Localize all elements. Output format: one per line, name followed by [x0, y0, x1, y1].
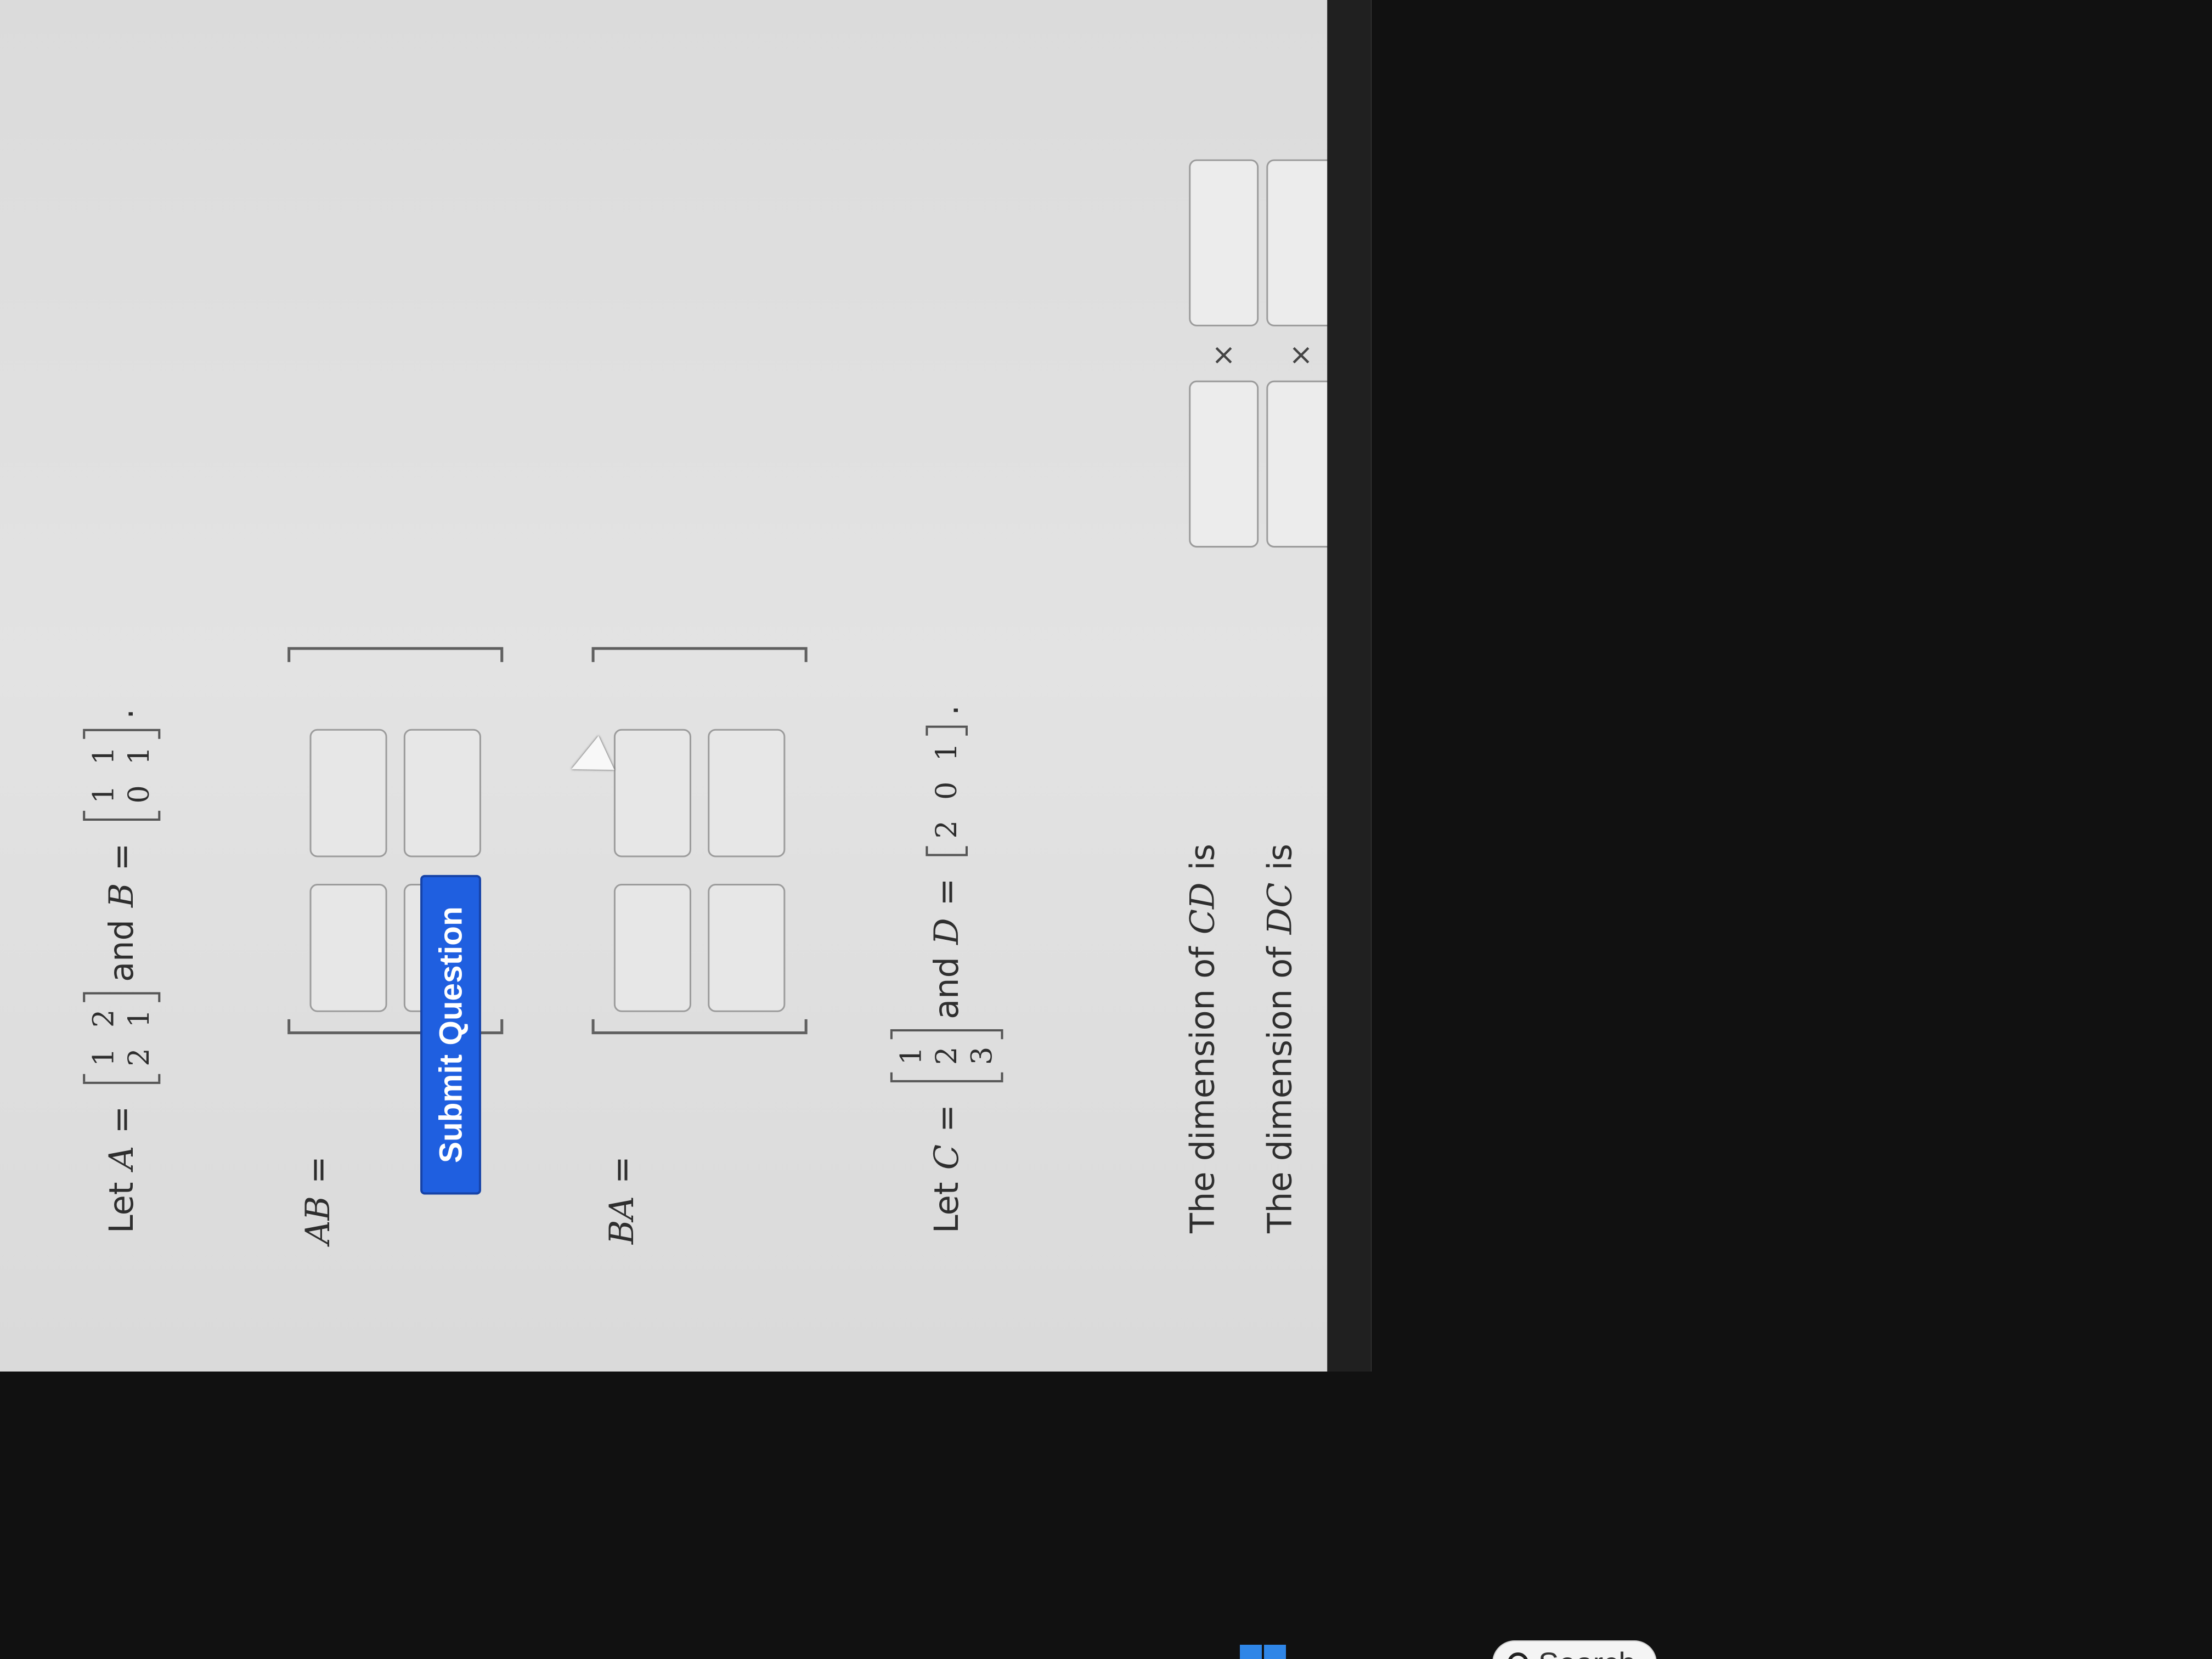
and-label: and	[102, 919, 142, 982]
matrix-a-cell: 1	[87, 1048, 121, 1066]
matrix-b-cell: 1	[87, 746, 121, 765]
question-page: Let A = 1 2 2 1 and B = 1 1 0 1 . AB = B…	[0, 0, 1336, 1372]
dc-columns-input[interactable]	[1266, 159, 1336, 326]
vector-d-entry: 0	[930, 781, 963, 800]
dc-rows-input[interactable]	[1266, 380, 1336, 548]
vector-c-entry: 1	[894, 1046, 928, 1065]
cd-symbol: CD	[1183, 882, 1222, 935]
dimension-cd-question: The dimension of CD is	[1183, 832, 1222, 1233]
ab-label-line: AB =	[298, 1144, 337, 1244]
ab-symbol: AB	[298, 1196, 337, 1245]
dc-symbol: DC	[1261, 882, 1300, 935]
dimension-prefix: The dimension of	[1183, 946, 1222, 1233]
taskbar	[1327, 0, 1372, 1372]
dimension-suffix: is	[1183, 844, 1222, 871]
dimension-suffix: is	[1261, 844, 1300, 871]
photo-stage: Let A = 1 2 2 1 and B = 1 1 0 1 . AB = B…	[0, 0, 2212, 1659]
equals-sign: =	[102, 1105, 142, 1134]
vector-d-entry: 2	[930, 820, 963, 839]
and-label: and	[927, 957, 966, 1019]
c-symbol: C	[927, 1144, 966, 1170]
matrix-b: 1 1 0 1	[83, 729, 161, 821]
windows-logo-tile	[1240, 1645, 1262, 1659]
cd-columns-input[interactable]	[1189, 159, 1259, 326]
matrix-b-cell: 0	[122, 785, 156, 804]
d-symbol: D	[927, 918, 966, 945]
ba-cell-input[interactable]	[613, 729, 691, 857]
search-label: Search	[1538, 1645, 1635, 1659]
ab-cell-input[interactable]	[309, 883, 387, 1012]
matrix-a-cell: 2	[122, 1048, 156, 1066]
equals-sign: =	[927, 1104, 966, 1132]
matrix-b-symbol: B	[102, 883, 142, 907]
ba-cell-input[interactable]	[613, 883, 691, 1012]
dimension-prefix: The dimension of	[1261, 946, 1300, 1233]
equals-sign: =	[298, 1156, 337, 1184]
search-icon	[1508, 1652, 1528, 1659]
vector-c-entry: 3	[965, 1046, 999, 1065]
vector-d: 2 0 1	[926, 725, 968, 856]
period: .	[102, 708, 142, 719]
equals-sign: =	[102, 843, 142, 871]
ab-cell-input[interactable]	[309, 729, 387, 857]
submit-question-button[interactable]: Submit Question	[420, 874, 481, 1195]
matrix-a: 1 2 2 1	[83, 992, 161, 1084]
dimension-dc-question: The dimension of DC is	[1261, 832, 1300, 1233]
ba-cell-input[interactable]	[708, 883, 786, 1012]
vector-c-entry: 2	[930, 1046, 963, 1065]
equals-sign: =	[602, 1156, 642, 1184]
vector-c: 1 2 3	[890, 1029, 1003, 1082]
vector-definition-line: Let C = 1 2 3 and D = 2 0 1 .	[890, 693, 1003, 1233]
taskbar-search[interactable]: Search	[1492, 1640, 1657, 1659]
matrix-b-cell: 1	[122, 746, 156, 765]
equals-sign: =	[927, 878, 966, 906]
browser-screen: Let A = 1 2 2 1 and B = 1 1 0 1 . AB = B…	[0, 0, 1372, 1372]
windows-logo-icon[interactable]	[1240, 1645, 1286, 1659]
times-symbol: ×	[1284, 343, 1318, 368]
ba-cell-input[interactable]	[708, 729, 786, 857]
ba-label-line: BA =	[603, 1144, 642, 1244]
matrix-b-cell: 1	[87, 785, 121, 804]
matrix-definition-line: Let A = 1 2 2 1 and B = 1 1 0 1 .	[83, 696, 161, 1233]
matrix-a-symbol: A	[102, 1146, 142, 1170]
let-label: Let	[927, 1182, 966, 1233]
times-symbol: ×	[1206, 343, 1240, 368]
matrix-a-cell: 2	[87, 1009, 121, 1028]
vector-d-entry: 1	[930, 743, 963, 761]
matrix-a-cell: 1	[122, 1009, 156, 1028]
period: .	[927, 704, 966, 716]
ba-symbol: BA	[602, 1196, 642, 1245]
windows-logo-tile	[1264, 1645, 1286, 1659]
cd-rows-input[interactable]	[1189, 380, 1259, 548]
let-label: Let	[102, 1182, 142, 1233]
ab-cell-input[interactable]	[403, 729, 481, 857]
